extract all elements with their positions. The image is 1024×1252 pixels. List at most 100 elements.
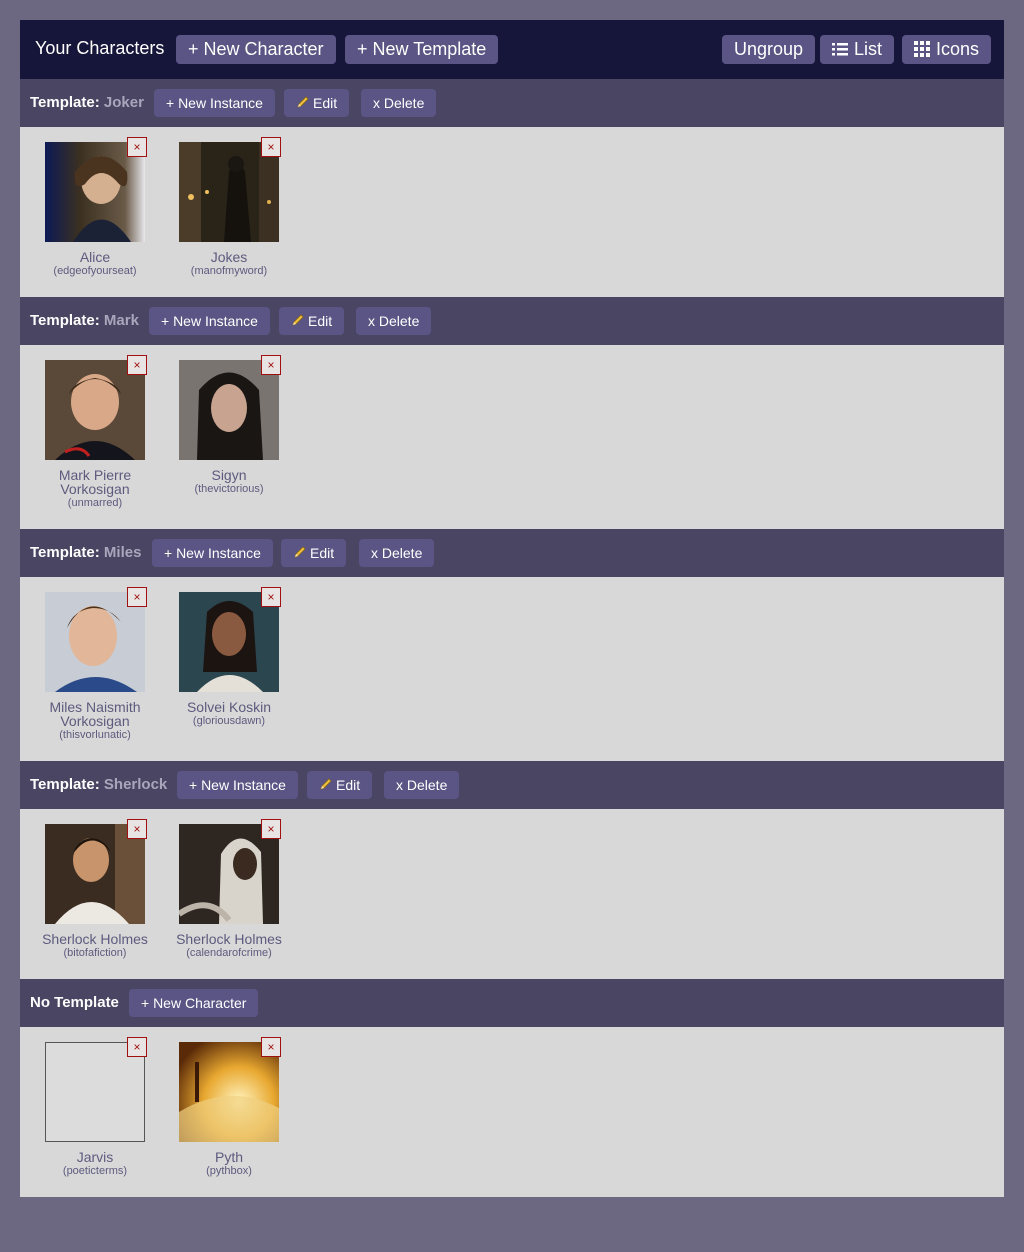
template-heading: Template: Mark	[30, 312, 139, 329]
character-card[interactable]: × Jokes (manofmyword)	[162, 137, 296, 278]
list-view-label: List	[854, 39, 883, 59]
no-template-heading: No Template	[30, 994, 119, 1011]
character-card[interactable]: × Sherlock Holmes (bitofafiction)	[28, 819, 162, 960]
remove-character-button[interactable]: ×	[261, 355, 281, 375]
avatar-image	[45, 142, 145, 242]
character-card[interactable]: × Sherlock Holmes (calendarofcrime)	[162, 819, 296, 960]
avatar-image	[179, 592, 279, 692]
edit-label: Edit	[310, 545, 335, 561]
delete-template-button[interactable]: x Delete	[359, 539, 435, 567]
template-prefix: Template:	[30, 544, 100, 561]
delete-template-button[interactable]: x Delete	[361, 89, 437, 117]
character-name: Sherlock Holmes	[42, 931, 148, 947]
character-username: (poeticterms)	[62, 1165, 128, 1177]
icons-view-button[interactable]: Icons	[902, 35, 992, 64]
delete-template-button[interactable]: x Delete	[356, 307, 432, 335]
character-card[interactable]: × Solvei Koskin (gloriousdawn)	[162, 587, 296, 728]
remove-character-button[interactable]: ×	[261, 819, 281, 839]
character-avatar[interactable]: ×	[179, 137, 281, 242]
avatar-image	[45, 824, 145, 924]
character-avatar[interactable]: ×	[179, 355, 281, 460]
new-character-untemplated-button[interactable]: + New Character	[129, 989, 259, 1017]
new-instance-button[interactable]: + New Instance	[177, 771, 298, 799]
character-name: Solvei Koskin	[186, 699, 272, 715]
no-template-header: No Template + New Character	[20, 979, 1004, 1027]
ungroup-button[interactable]: Ungroup	[722, 35, 816, 64]
remove-character-button[interactable]: ×	[261, 1037, 281, 1057]
character-avatar[interactable]: ×	[45, 819, 147, 924]
avatar-placeholder	[45, 1042, 145, 1142]
remove-character-button[interactable]: ×	[261, 137, 281, 157]
character-avatar[interactable]: ×	[45, 587, 147, 692]
character-name: Sigyn	[211, 467, 247, 483]
top-bar: Your Characters + New Character + New Te…	[20, 20, 1004, 79]
edit-label: Edit	[336, 777, 361, 793]
avatar-image	[179, 360, 279, 460]
character-username: (unmarred)	[67, 497, 123, 509]
template-body: × Sherlock Holmes (bitofafiction) × Sher…	[20, 809, 1004, 979]
avatar-image	[179, 824, 279, 924]
list-view-button[interactable]: List	[820, 35, 895, 64]
character-avatar[interactable]: ×	[45, 137, 147, 242]
character-card[interactable]: × Jarvis (poeticterms)	[28, 1037, 162, 1178]
template-header: Template: Sherlock + New Instance Edit x…	[20, 761, 1004, 809]
template-body: × Alice (edgeofyourseat) × Jokes (manofm…	[20, 127, 1004, 297]
delete-template-button[interactable]: x Delete	[384, 771, 460, 799]
avatar-image	[45, 592, 145, 692]
character-name: Alice	[79, 249, 111, 265]
character-name: Miles Naismith Vorkosigan	[49, 699, 141, 729]
template-prefix: Template:	[30, 776, 100, 793]
character-card[interactable]: × Mark Pierre Vorkosigan (unmarred)	[28, 355, 162, 510]
no-template-body: × Jarvis (poeticterms) × Pyth (pythbox)	[20, 1027, 1004, 1197]
pencil-icon	[294, 546, 306, 558]
character-username: (thisvorlunatic)	[59, 729, 131, 741]
character-username: (bitofafiction)	[63, 947, 127, 959]
character-card[interactable]: × Sigyn (thevictorious)	[162, 355, 296, 496]
character-avatar[interactable]: ×	[45, 1037, 147, 1142]
character-avatar[interactable]: ×	[179, 1037, 281, 1142]
remove-character-button[interactable]: ×	[127, 587, 147, 607]
new-template-button[interactable]: + New Template	[345, 35, 499, 64]
edit-template-button[interactable]: Edit	[307, 771, 373, 799]
character-avatar[interactable]: ×	[179, 587, 281, 692]
character-card[interactable]: × Pyth (pythbox)	[162, 1037, 296, 1178]
new-character-button[interactable]: + New Character	[176, 35, 336, 64]
character-username: (edgeofyourseat)	[53, 265, 137, 277]
edit-template-button[interactable]: Edit	[281, 539, 347, 567]
character-card[interactable]: × Alice (edgeofyourseat)	[28, 137, 162, 278]
remove-character-button[interactable]: ×	[127, 1037, 147, 1057]
character-username: (calendarofcrime)	[186, 947, 272, 959]
character-avatar[interactable]: ×	[45, 355, 147, 460]
edit-template-button[interactable]: Edit	[279, 307, 345, 335]
new-instance-button[interactable]: + New Instance	[149, 307, 270, 335]
pencil-icon	[292, 314, 304, 326]
new-instance-button[interactable]: + New Instance	[152, 539, 273, 567]
remove-character-button[interactable]: ×	[261, 587, 281, 607]
template-header: Template: Mark + New Instance Edit x Del…	[20, 297, 1004, 345]
pencil-icon	[320, 778, 332, 790]
template-name: Joker	[103, 94, 144, 111]
character-name: Sherlock Holmes	[176, 931, 282, 947]
template-heading: Template: Joker	[30, 94, 144, 111]
avatar-image	[179, 142, 279, 242]
character-name: Pyth	[214, 1149, 243, 1165]
character-name: Jarvis	[76, 1149, 114, 1165]
new-instance-button[interactable]: + New Instance	[154, 89, 275, 117]
remove-character-button[interactable]: ×	[127, 355, 147, 375]
remove-character-button[interactable]: ×	[127, 137, 147, 157]
template-heading: Template: Sherlock	[30, 776, 167, 793]
remove-character-button[interactable]: ×	[127, 819, 147, 839]
page-title: Your Characters	[35, 38, 165, 58]
pencil-icon	[297, 96, 309, 108]
template-prefix: Template:	[30, 312, 100, 329]
character-username: (gloriousdawn)	[192, 715, 266, 727]
edit-template-button[interactable]: Edit	[284, 89, 350, 117]
template-name: Miles	[103, 544, 142, 561]
template-name: Mark	[103, 312, 139, 329]
character-avatar[interactable]: ×	[179, 819, 281, 924]
character-card[interactable]: × Miles Naismith Vorkosigan (thisvorluna…	[28, 587, 162, 742]
avatar-image	[179, 1042, 279, 1142]
characters-panel: Your Characters + New Character + New Te…	[20, 20, 1004, 1197]
template-name: Sherlock	[103, 776, 168, 793]
avatar-image	[45, 360, 145, 460]
